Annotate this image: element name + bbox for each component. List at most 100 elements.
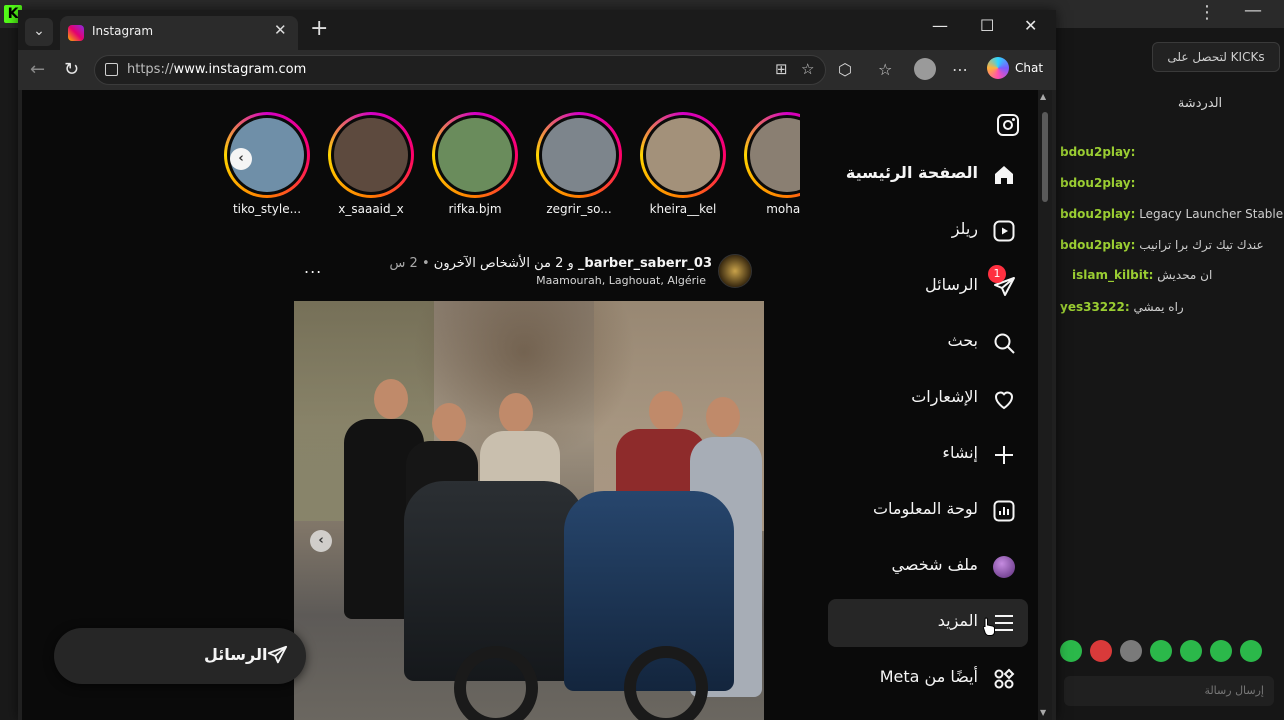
chat-message: bdou2play: (1060, 145, 1135, 159)
story-avatar (542, 118, 616, 192)
heart-icon (994, 391, 1014, 410)
emote[interactable] (1090, 640, 1112, 662)
favorites-icon[interactable]: ☆ (878, 60, 892, 79)
mouse-cursor-icon (982, 617, 995, 636)
copilot-chat-label[interactable]: Chat (1015, 61, 1043, 75)
post-location[interactable]: Maamourah, Laghouat, Algérie (352, 274, 706, 287)
app-available-icon[interactable]: ⊞ (775, 60, 788, 78)
post-options-icon[interactable]: ... (304, 258, 322, 277)
emote[interactable] (1060, 640, 1082, 662)
back-icon[interactable]: ← (30, 59, 45, 80)
new-tab-icon[interactable]: + (310, 16, 328, 41)
copilot-icon[interactable] (987, 57, 1009, 79)
emote[interactable] (1180, 640, 1202, 662)
chat-username[interactable]: yes33222: (1060, 300, 1130, 314)
minimize-window-icon[interactable]: — (932, 16, 948, 35)
story-item[interactable]: zegrir_so... (534, 112, 624, 216)
home-icon (995, 166, 1013, 184)
nav-label: لوحة المعلومات (872, 499, 978, 518)
chat-input[interactable]: إرسال رسالة (1064, 676, 1274, 706)
photo-person-head (374, 379, 408, 419)
nav-item-messages[interactable]: 1 الرسائل (828, 263, 1028, 311)
maximize-window-icon[interactable]: ☐ (980, 16, 994, 35)
nav-item-home[interactable]: الصفحة الرئيسية (828, 151, 1028, 199)
tab-title: Instagram (92, 24, 154, 38)
chat-username[interactable]: bdou2play: (1060, 145, 1135, 159)
scroll-thumb[interactable] (1042, 112, 1048, 202)
post-photo[interactable] (294, 301, 764, 720)
page-scrollbar[interactable]: ▲ ▼ (1038, 90, 1052, 720)
nav-item-meta[interactable]: أيضًا من Meta (828, 655, 1028, 703)
nav-item-notifications[interactable]: الإشعارات (828, 375, 1028, 423)
instagram-sidebar: الصفحة الرئيسية ريلز 1 الرسائل بحث الإشع… (812, 90, 1040, 720)
nav-item-create[interactable]: إنشاء (828, 431, 1028, 479)
emote[interactable] (1240, 640, 1262, 662)
emote[interactable] (1210, 640, 1232, 662)
story-item[interactable]: x_saaaid_x (326, 112, 416, 216)
photo-person-head (499, 393, 533, 433)
photo-person-head (706, 397, 740, 437)
story-item[interactable]: mohan (742, 112, 800, 216)
more-options-icon[interactable]: ⋮ (1198, 2, 1216, 23)
minimize-icon[interactable]: — (1244, 0, 1262, 21)
chat-username[interactable]: islam_kilbit: (1072, 268, 1153, 282)
chat-username[interactable]: bdou2play: (1060, 238, 1135, 252)
tab-actions-chevron-icon[interactable]: ⌄ (25, 18, 53, 46)
search-icon (994, 333, 1015, 354)
lock-icon[interactable] (105, 63, 118, 76)
photo-previous-chevron-icon[interactable]: ‹ (310, 530, 332, 552)
chat-text: عندك تيك ترك برا ترانيب (1135, 238, 1264, 252)
chat-message: yes33222: راه يمشي (1060, 300, 1184, 314)
nav-label: أيضًا من Meta (879, 667, 978, 686)
nav-label: الإشعارات (911, 387, 978, 406)
chat-username[interactable]: bdou2play: (1060, 207, 1135, 221)
nav-label: ريلز (951, 219, 978, 238)
nav-item-more[interactable]: المزيد (828, 599, 1028, 647)
avatar (993, 556, 1015, 578)
story-username: mohan (766, 202, 800, 216)
story-username: x_saaaid_x (338, 202, 404, 216)
nav-item-dashboard[interactable]: لوحة المعلومات (828, 487, 1028, 535)
get-kicks-button[interactable]: لتحصل على KICKs (1152, 42, 1280, 72)
story-item[interactable]: rifka.bjm (430, 112, 520, 216)
nav-item-profile[interactable]: ملف شخصي (828, 543, 1028, 591)
photo-wheel (624, 646, 708, 720)
messages-floating-button[interactable]: الرسائل (54, 628, 306, 684)
nav-item-reels[interactable]: ريلز (828, 207, 1028, 255)
stories-previous-chevron-icon[interactable]: ‹ (230, 148, 252, 170)
story-username: zegrir_so... (546, 202, 612, 216)
scroll-down-icon[interactable]: ▼ (1040, 708, 1046, 717)
tab-bar: ⌄ Instagram ✕ + — ☐ ✕ (18, 10, 1056, 50)
refresh-icon[interactable]: ↻ (64, 59, 79, 80)
close-window-icon[interactable]: ✕ (1024, 16, 1037, 35)
extensions-icon[interactable]: ⬡ (838, 60, 852, 79)
nav-label: ملف شخصي (891, 555, 978, 574)
url-text: https://www.instagram.com (127, 62, 307, 77)
stories-tray: tiko_style... x_saaaid_x rifka.bjm zegri… (222, 112, 800, 222)
favorite-star-icon[interactable]: ☆ (801, 60, 814, 78)
direct-icon (267, 645, 288, 664)
post-author-avatar[interactable] (718, 254, 752, 288)
address-bar[interactable]: https://www.instagram.com ⊞ ☆ (94, 55, 826, 85)
nav-label: إنشاء (942, 443, 978, 462)
chat-text: Legacy Launcher Stable (1135, 207, 1284, 221)
browser-window: ⌄ Instagram ✕ + — ☐ ✕ ← ↻ https://www.in… (18, 10, 1056, 720)
tab-instagram[interactable]: Instagram ✕ (60, 16, 298, 50)
close-tab-icon[interactable]: ✕ (274, 21, 287, 39)
emote[interactable] (1120, 640, 1142, 662)
scroll-up-icon[interactable]: ▲ (1040, 92, 1046, 101)
kick-chat-panel (1056, 28, 1284, 720)
profile-avatar[interactable] (914, 58, 936, 80)
post-collaborators[interactable]: و 2 من الأشخاص الآخرون (434, 256, 574, 271)
instagram-logo-icon[interactable] (997, 114, 1019, 136)
settings-more-icon[interactable]: ⋯ (952, 60, 968, 79)
chat-text: ان محديش (1153, 268, 1213, 282)
emote[interactable] (1150, 640, 1172, 662)
chat-username[interactable]: bdou2play: (1060, 176, 1135, 190)
story-item[interactable]: kheira__kel (638, 112, 728, 216)
photo-person-head (649, 391, 683, 431)
post-time: • 2 س (389, 256, 430, 271)
post-author[interactable]: barber_saberr_03_ (578, 256, 712, 271)
nav-item-search[interactable]: بحث (828, 319, 1028, 367)
story-avatar (334, 118, 408, 192)
